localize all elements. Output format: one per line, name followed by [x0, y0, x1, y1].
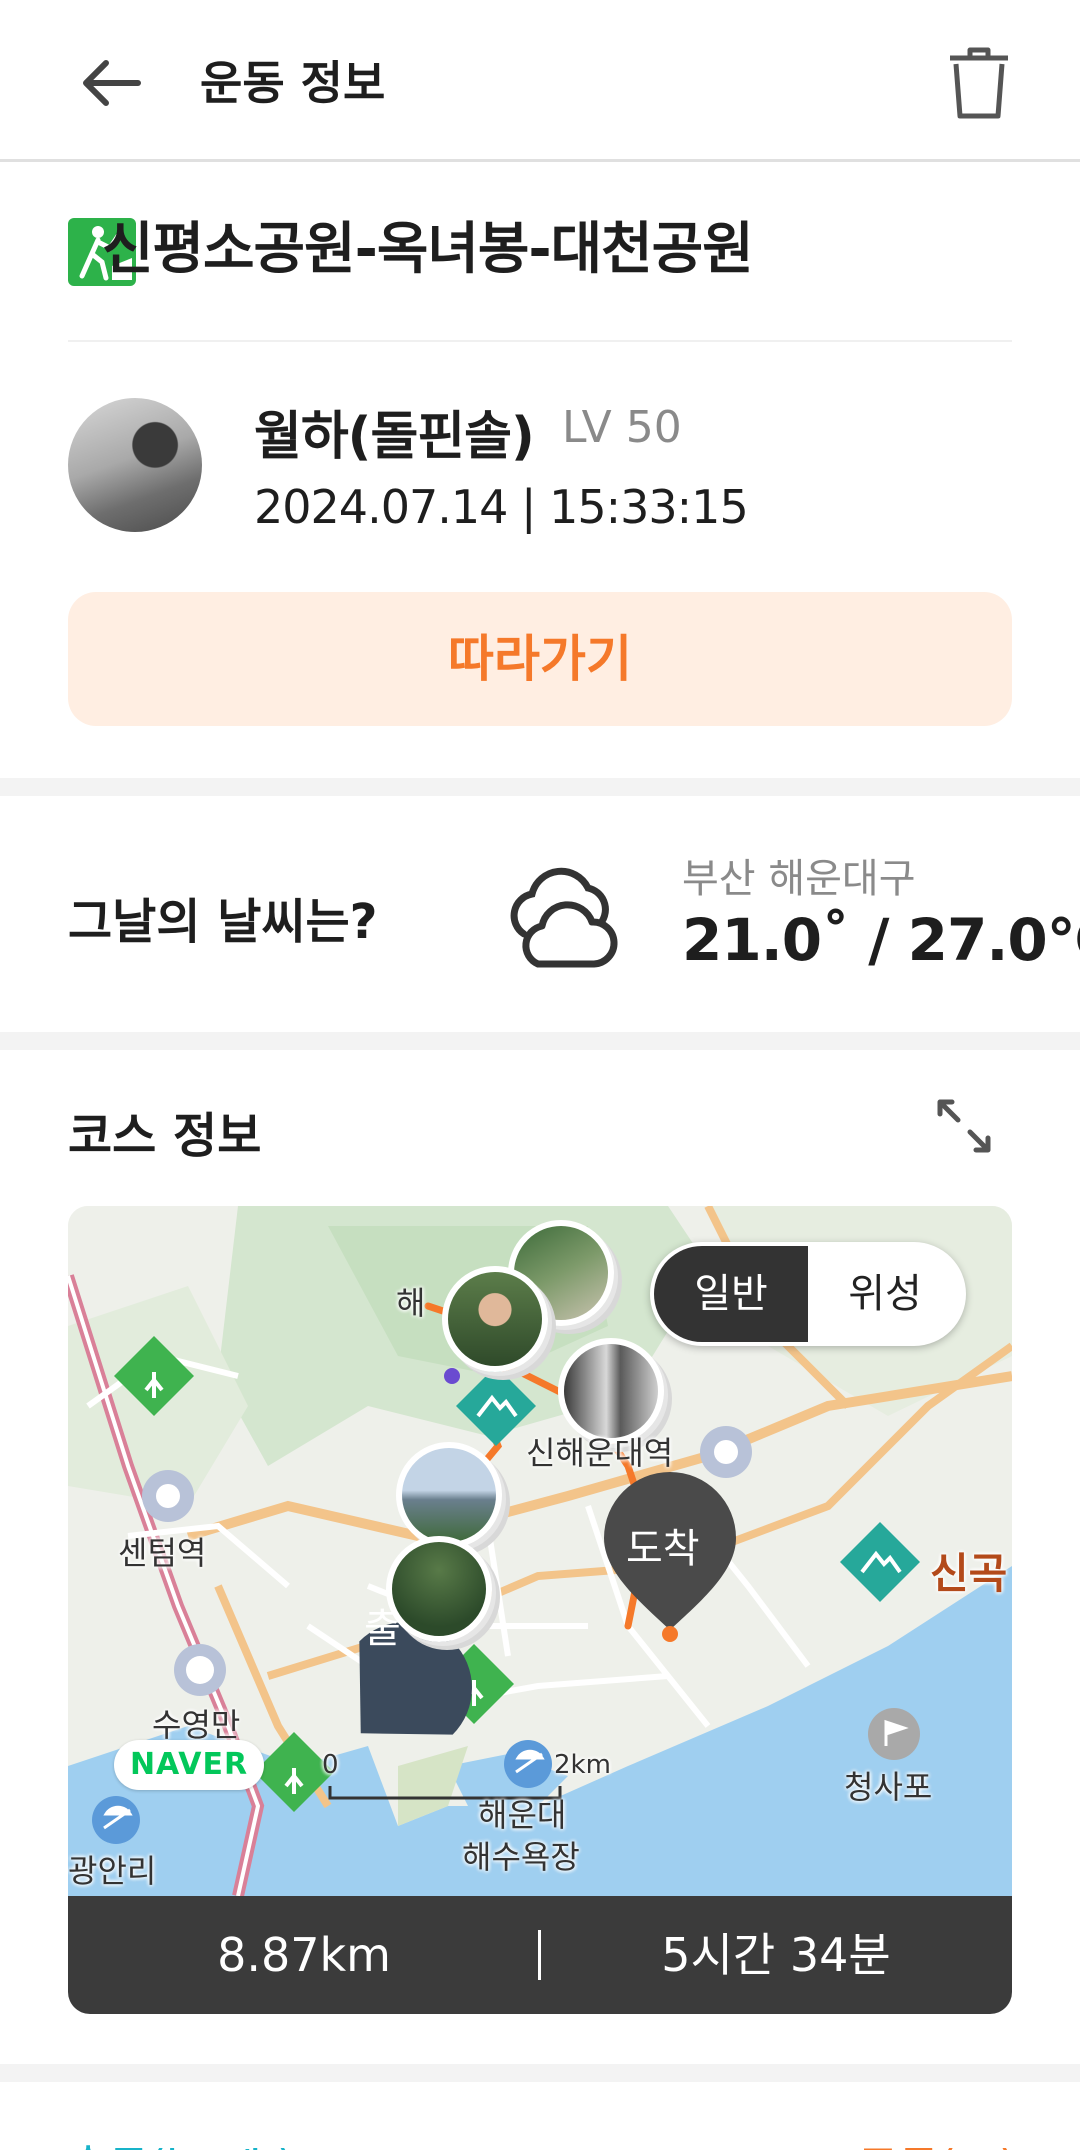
map-label: 신해운대역 — [526, 1434, 674, 1472]
altitude-legend: 고도(m) — [858, 2130, 1016, 2150]
map-label: 해수욕장 — [462, 1838, 580, 1876]
course-card: 코스 정보 해 신해운대역 센텀역 수영만 광안리 해운대 해수욕장 청사포 신… — [0, 1050, 1080, 2064]
weather-temperature: 21.0˚ / 27.0℃ — [682, 906, 1080, 974]
page-title: 운동 정보 — [200, 56, 386, 110]
activity-datetime: 2024.07.14 | 15:33:15 — [254, 480, 749, 534]
activity-card: 신평소공원-옥녀봉-대천공원 월하(돌핀솔) LV 50 2024.07.14 … — [0, 162, 1080, 778]
app-header: 운동 정보 — [0, 0, 1080, 162]
weather-question: 그날의 날씨는? — [68, 894, 378, 950]
map-label: 해 — [396, 1284, 426, 1322]
weather-location: 부산 해운대구 — [682, 856, 916, 902]
naver-logo: NAVER — [114, 1740, 264, 1790]
avatar[interactable] — [68, 398, 202, 532]
trash-icon — [950, 47, 1008, 119]
map-label: 신곡 — [930, 1549, 1008, 1598]
weather-card: 그날의 날씨는? 부산 해운대구 21.0˚ / 27.0℃ — [0, 796, 1080, 1032]
photo-marker[interactable] — [442, 1266, 548, 1372]
arrow-left-icon — [83, 60, 141, 106]
map-type-satellite[interactable]: 위성 — [808, 1246, 962, 1342]
course-distance: 8.87km — [217, 1928, 391, 1982]
map-label: 센텀역 — [118, 1534, 207, 1572]
map-type-toggle: 일반 위성 — [650, 1242, 966, 1346]
expand-button[interactable] — [934, 1096, 994, 1156]
map-label: 해운대 — [478, 1796, 567, 1834]
start-marker-label[interactable]: 출 — [364, 1596, 401, 1654]
finish-marker-label[interactable]: 도착 — [626, 1516, 700, 1574]
map-label: 광안리 — [68, 1852, 157, 1890]
course-map[interactable]: 해 신해운대역 센텀역 수영만 광안리 해운대 해수욕장 청사포 신곡 0 2k… — [68, 1206, 1012, 1896]
delete-button[interactable] — [944, 44, 1014, 124]
scale-zero: 0 — [322, 1750, 339, 1780]
divider — [68, 340, 1012, 342]
scale-km: 2km — [554, 1750, 611, 1780]
course-stats: 8.87km 5시간 34분 — [68, 1896, 1012, 2014]
chart-card: 속도(km/h) 고도(m) — [0, 2082, 1080, 2150]
expand-icon — [937, 1099, 991, 1153]
user-level: LV 50 — [562, 402, 682, 453]
activity-title: 신평소공원-옥녀봉-대천공원 — [102, 217, 754, 282]
photo-marker[interactable] — [386, 1536, 492, 1642]
cloud-icon — [510, 867, 618, 968]
photo-marker[interactable] — [396, 1442, 502, 1548]
speed-legend: 속도(km/h) — [68, 2130, 294, 2150]
course-info-title: 코스 정보 — [68, 1108, 262, 1164]
follow-button[interactable]: 따라가기 — [68, 592, 1012, 726]
user-name[interactable]: 월하(돌핀솔) — [254, 394, 535, 469]
map-label: 청사포 — [844, 1768, 933, 1806]
back-button[interactable] — [76, 48, 152, 118]
map-type-normal[interactable]: 일반 — [654, 1246, 808, 1342]
course-duration: 5시간 34분 — [661, 1928, 891, 1982]
